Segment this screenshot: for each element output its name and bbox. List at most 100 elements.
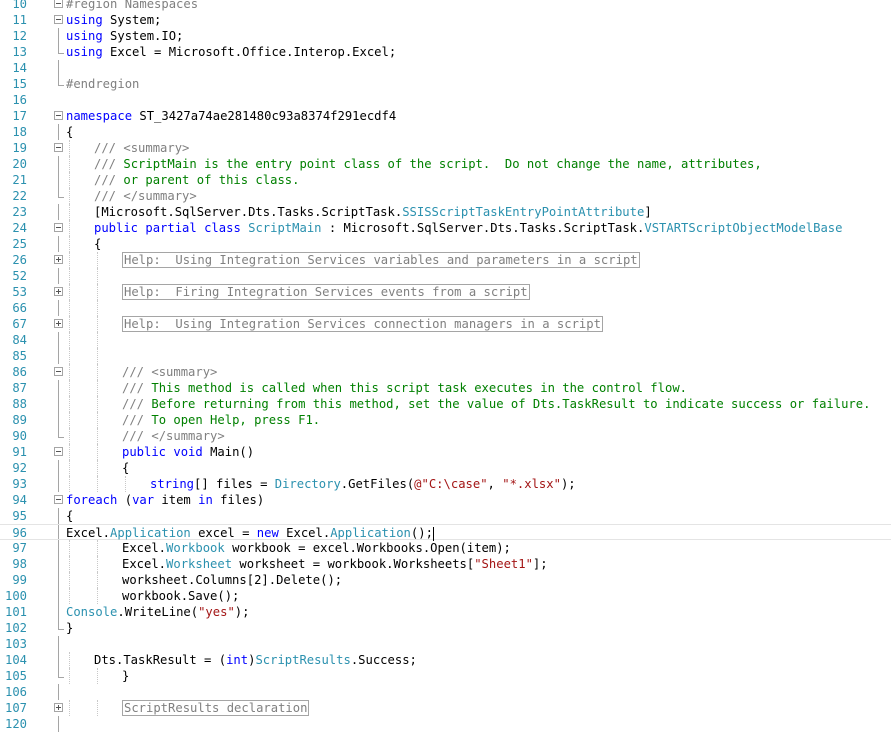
code-text[interactable]: using Excel = Microsoft.Office.Interop.E… bbox=[66, 44, 396, 60]
code-text[interactable]: Help: Firing Integration Services events… bbox=[122, 284, 530, 300]
code-line[interactable]: 101 Console.WriteLine("yes"); bbox=[0, 604, 891, 620]
code-text[interactable]: /// <summary> bbox=[122, 364, 217, 380]
collapsed-region[interactable]: Help: Using Integration Services connect… bbox=[122, 316, 603, 332]
code-line[interactable]: 10 #region Namespaces bbox=[0, 0, 891, 12]
code-line[interactable]: 107 ScriptResults declaration bbox=[0, 700, 891, 716]
code-line[interactable]: 120 bbox=[0, 716, 891, 732]
code-text[interactable]: namespace ST_3427a74ae281480c93a8374f291… bbox=[66, 108, 396, 124]
collapse-icon[interactable] bbox=[54, 111, 63, 120]
code-text[interactable]: Excel.Application excel = new Excel.Appl… bbox=[66, 525, 434, 541]
code-line[interactable]: 96 Excel.Application excel = new Excel.Ap… bbox=[0, 524, 891, 541]
code-line[interactable]: 104 Dts.TaskResult = (int)ScriptResults.S… bbox=[0, 652, 891, 668]
code-line[interactable]: 15 #endregion bbox=[0, 76, 891, 92]
code-line[interactable]: 88 /// Before returning from this method,… bbox=[0, 396, 891, 412]
code-line[interactable]: 25 { bbox=[0, 236, 891, 252]
code-line[interactable]: 103 bbox=[0, 636, 891, 652]
code-text[interactable]: Help: Using Integration Services connect… bbox=[122, 316, 603, 332]
code-line[interactable]: 91 public void Main() bbox=[0, 444, 891, 460]
code-line[interactable]: 85 bbox=[0, 348, 891, 364]
code-line[interactable]: 26 Help: Using Integration Services varia… bbox=[0, 252, 891, 268]
code-line[interactable]: 53 Help: Firing Integration Services even… bbox=[0, 284, 891, 300]
code-line[interactable]: 12 using System.IO; bbox=[0, 28, 891, 44]
collapse-icon[interactable] bbox=[54, 367, 63, 376]
collapse-icon[interactable] bbox=[54, 223, 63, 232]
code-text[interactable]: worksheet.Columns[2].Delete(); bbox=[122, 572, 342, 588]
collapse-icon[interactable] bbox=[54, 143, 63, 152]
code-line[interactable]: 16 bbox=[0, 92, 891, 108]
code-line[interactable]: 19 /// <summary> bbox=[0, 140, 891, 156]
code-text[interactable]: Console.WriteLine("yes"); bbox=[66, 604, 249, 620]
code-line[interactable]: 20 /// ScriptMain is the entry point clas… bbox=[0, 156, 891, 172]
collapsed-region[interactable]: ScriptResults declaration bbox=[122, 700, 310, 716]
code-text[interactable]: { bbox=[122, 460, 129, 476]
code-line[interactable]: 98 Excel.Worksheet worksheet = workbook.W… bbox=[0, 556, 891, 572]
expand-icon[interactable] bbox=[54, 319, 63, 328]
code-text[interactable]: } bbox=[122, 668, 129, 684]
collapsed-region[interactable]: Help: Firing Integration Services events… bbox=[122, 284, 530, 300]
code-text[interactable]: ScriptResults declaration bbox=[122, 700, 310, 716]
code-text[interactable]: Excel.Workbook workbook = excel.Workbook… bbox=[122, 540, 511, 556]
code-text[interactable]: public void Main() bbox=[122, 444, 254, 460]
code-line[interactable]: 87 /// This method is called when this sc… bbox=[0, 380, 891, 396]
code-text[interactable]: using System.IO; bbox=[66, 28, 183, 44]
collapse-icon[interactable] bbox=[54, 0, 63, 8]
code-line[interactable]: 97 Excel.Workbook workbook = excel.Workbo… bbox=[0, 540, 891, 556]
code-line[interactable]: 24 public partial class ScriptMain : Micr… bbox=[0, 220, 891, 236]
code-line[interactable]: 84 bbox=[0, 332, 891, 348]
code-line[interactable]: 52 bbox=[0, 268, 891, 284]
code-line[interactable]: 95 { bbox=[0, 508, 891, 524]
code-line[interactable]: 102} bbox=[0, 620, 891, 636]
code-line[interactable]: 14 bbox=[0, 60, 891, 76]
code-line[interactable]: 17 namespace ST_3427a74ae281480c93a8374f2… bbox=[0, 108, 891, 124]
code-text[interactable]: /// This method is called when this scri… bbox=[122, 380, 687, 396]
code-line[interactable]: 18 { bbox=[0, 124, 891, 140]
code-text[interactable]: #region Namespaces bbox=[66, 0, 198, 12]
code-line[interactable]: 90 /// </summary> bbox=[0, 428, 891, 444]
code-line[interactable]: 92 { bbox=[0, 460, 891, 476]
collapse-icon[interactable] bbox=[54, 447, 63, 456]
code-text[interactable]: Dts.TaskResult = (int)ScriptResults.Succ… bbox=[94, 652, 417, 668]
code-line[interactable]: 66 bbox=[0, 300, 891, 316]
code-text[interactable]: string[] files = Directory.GetFiles(@"C:… bbox=[150, 476, 576, 492]
code-line[interactable]: 23 [Microsoft.SqlServer.Dts.Tasks.ScriptT… bbox=[0, 204, 891, 220]
code-text[interactable]: { bbox=[66, 124, 73, 140]
code-text[interactable]: Excel.Worksheet worksheet = workbook.Wor… bbox=[122, 556, 548, 572]
code-line[interactable]: 22 /// </summary> bbox=[0, 188, 891, 204]
code-line[interactable]: 94 foreach (var item in files) bbox=[0, 492, 891, 508]
expand-icon[interactable] bbox=[54, 287, 63, 296]
code-text[interactable]: #endregion bbox=[66, 76, 139, 92]
code-text[interactable]: public partial class ScriptMain : Micros… bbox=[94, 220, 842, 236]
code-text[interactable]: workbook.Save(); bbox=[122, 588, 239, 604]
code-text[interactable]: /// ScriptMain is the entry point class … bbox=[94, 156, 762, 172]
code-text[interactable]: /// or parent of this class. bbox=[94, 172, 299, 188]
code-text[interactable]: [Microsoft.SqlServer.Dts.Tasks.ScriptTas… bbox=[94, 204, 652, 220]
code-text[interactable]: Help: Using Integration Services variabl… bbox=[122, 252, 640, 268]
code-line[interactable]: 106 bbox=[0, 684, 891, 700]
code-text[interactable]: /// </summary> bbox=[94, 188, 197, 204]
code-text[interactable]: /// <summary> bbox=[94, 140, 189, 156]
expand-icon[interactable] bbox=[54, 703, 63, 712]
code-line[interactable]: 100 workbook.Save(); bbox=[0, 588, 891, 604]
code-text[interactable]: /// </summary> bbox=[122, 428, 225, 444]
code-line[interactable]: 89 /// To open Help, press F1. bbox=[0, 412, 891, 428]
code-text[interactable]: } bbox=[66, 620, 73, 636]
code-text[interactable]: { bbox=[66, 508, 73, 524]
code-line[interactable]: 86 /// <summary> bbox=[0, 364, 891, 380]
code-line[interactable]: 13 using Excel = Microsoft.Office.Interop… bbox=[0, 44, 891, 60]
code-line[interactable]: 105} bbox=[0, 668, 891, 684]
code-text[interactable]: { bbox=[94, 236, 101, 252]
code-text[interactable]: foreach (var item in files) bbox=[66, 492, 264, 508]
expand-icon[interactable] bbox=[54, 255, 63, 264]
collapsed-region[interactable]: Help: Using Integration Services variabl… bbox=[122, 252, 640, 268]
code-line[interactable]: 99 worksheet.Columns[2].Delete(); bbox=[0, 572, 891, 588]
collapse-icon[interactable] bbox=[54, 495, 63, 504]
code-editor[interactable]: 10 #region Namespaces 11 using System; 12 usi… bbox=[0, 0, 891, 732]
code-line[interactable]: 93 string[] files = Directory.GetFiles(@"… bbox=[0, 476, 891, 492]
code-text[interactable]: /// To open Help, press F1. bbox=[122, 412, 320, 428]
collapse-icon[interactable] bbox=[54, 15, 63, 24]
code-line[interactable]: 11 using System; bbox=[0, 12, 891, 28]
code-line[interactable]: 67 Help: Using Integration Services conne… bbox=[0, 316, 891, 332]
code-line[interactable]: 21 /// or parent of this class. bbox=[0, 172, 891, 188]
code-text[interactable]: using System; bbox=[66, 12, 161, 28]
code-text[interactable]: /// Before returning from this method, s… bbox=[122, 396, 870, 412]
